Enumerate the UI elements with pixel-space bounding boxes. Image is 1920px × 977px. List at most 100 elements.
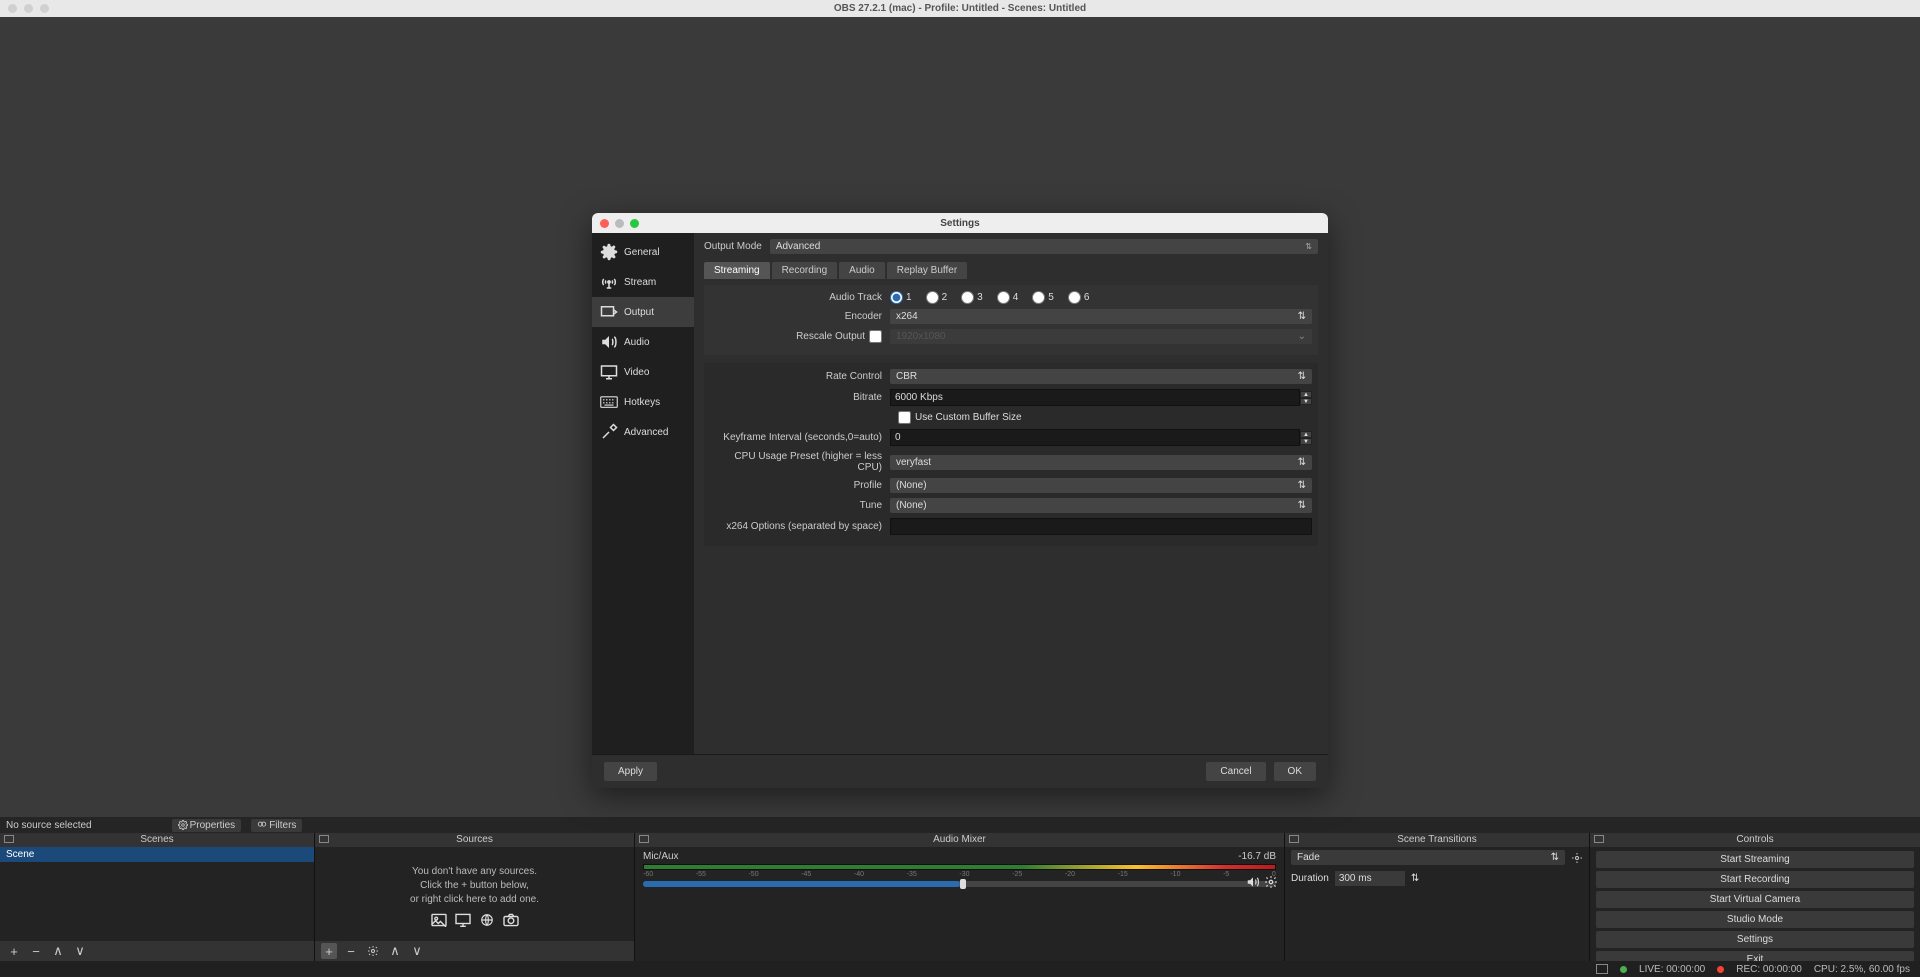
start-virtual-camera-button[interactable]: Start Virtual Camera: [1596, 891, 1914, 908]
sidebar-item-general[interactable]: General: [592, 237, 694, 267]
popout-icon[interactable]: [4, 835, 14, 843]
monitor-icon: [600, 363, 618, 381]
output-mode-select[interactable]: Advanced ⇅: [770, 239, 1318, 254]
properties-button[interactable]: Properties: [172, 819, 242, 832]
move-up-button[interactable]: ∧: [50, 943, 66, 959]
close-dot[interactable]: [8, 4, 17, 13]
minimize-dot[interactable]: [24, 4, 33, 13]
remove-scene-button[interactable]: −: [28, 943, 44, 959]
add-scene-button[interactable]: +: [6, 943, 22, 959]
chevron-updown-icon: ⇅: [1551, 852, 1559, 863]
docks: Scenes Scene + − ∧ ∨ Sources You don't h…: [0, 833, 1920, 961]
scene-item[interactable]: Scene: [0, 847, 314, 862]
add-source-button[interactable]: +: [321, 943, 337, 959]
properties-label: Properties: [190, 820, 236, 831]
window-title: OBS 27.2.1 (mac) - Profile: Untitled - S…: [834, 3, 1086, 14]
encoder-select[interactable]: x264⇅: [890, 309, 1312, 324]
meter-ticks: -60-55-50-45-40-35-30-25-20-15-10-50: [643, 871, 1276, 877]
tab-replay-buffer[interactable]: Replay Buffer: [887, 262, 967, 279]
bitrate-input[interactable]: ▲▼: [890, 389, 1312, 406]
exit-button[interactable]: Exit: [1596, 951, 1914, 961]
zoom-dot[interactable]: [40, 4, 49, 13]
move-down-button[interactable]: ∨: [72, 943, 88, 959]
custom-buffer-row[interactable]: Use Custom Buffer Size: [898, 411, 1312, 424]
live-status: LIVE: 00:00:00: [1639, 964, 1705, 975]
custom-buffer-checkbox[interactable]: [898, 411, 911, 424]
transition-settings-icon[interactable]: [1571, 852, 1583, 864]
close-icon[interactable]: [600, 219, 609, 228]
zoom-icon[interactable]: [630, 219, 639, 228]
track-6[interactable]: 6: [1068, 291, 1090, 304]
profile-select[interactable]: (None)⇅: [890, 478, 1312, 493]
chevron-updown-icon[interactable]: ⇅: [1411, 873, 1419, 884]
dialog-footer: Apply Cancel OK: [592, 754, 1328, 788]
settings-dialog: Settings General Stream Output Audio Vid…: [592, 213, 1328, 788]
cancel-button[interactable]: Cancel: [1206, 762, 1265, 781]
volume-slider[interactable]: [643, 881, 1276, 887]
track-4[interactable]: 4: [997, 291, 1019, 304]
scenes-dock: Scenes Scene + − ∧ ∨: [0, 833, 315, 961]
rec-status: REC: 00:00:00: [1736, 964, 1802, 975]
popout-icon[interactable]: [1594, 835, 1604, 843]
sidebar-item-audio[interactable]: Audio: [592, 327, 694, 357]
track-5[interactable]: 5: [1032, 291, 1054, 304]
window-titlebar: OBS 27.2.1 (mac) - Profile: Untitled - S…: [0, 0, 1920, 17]
channel-name: Mic/Aux: [643, 851, 679, 862]
filters-label: Filters: [269, 820, 296, 831]
studio-mode-button[interactable]: Studio Mode: [1596, 911, 1914, 928]
traffic-lights[interactable]: [8, 4, 49, 13]
sidebar-item-stream[interactable]: Stream: [592, 267, 694, 297]
move-up-button[interactable]: ∧: [387, 943, 403, 959]
tab-streaming[interactable]: Streaming: [704, 262, 770, 279]
speaker-icon[interactable]: [1246, 875, 1260, 889]
tune-select[interactable]: (None)⇅: [890, 498, 1312, 513]
audio-track-radios: 1 2 3 4 5 6: [890, 291, 1312, 304]
output-mode-label: Output Mode: [704, 241, 762, 252]
popout-icon[interactable]: [319, 835, 329, 843]
bitrate-label: Bitrate: [710, 392, 890, 403]
scenes-footer: + − ∧ ∨: [0, 941, 314, 961]
x264-options-input[interactable]: [890, 518, 1312, 535]
filter-icon: [257, 820, 267, 830]
sidebar-item-advanced[interactable]: Advanced: [592, 417, 694, 447]
rate-control-select[interactable]: CBR⇅: [890, 369, 1312, 384]
source-settings-button[interactable]: [365, 943, 381, 959]
remove-source-button[interactable]: −: [343, 943, 359, 959]
transition-select[interactable]: Fade ⇅: [1291, 850, 1565, 865]
speaker-icon: [600, 333, 618, 351]
keyframe-input[interactable]: ▲▼: [890, 429, 1312, 446]
ok-button[interactable]: OK: [1274, 762, 1316, 781]
filters-button[interactable]: Filters: [251, 819, 302, 832]
output-icon: [600, 303, 618, 321]
channel-db: -16.7 dB: [1238, 851, 1276, 862]
apply-button[interactable]: Apply: [604, 762, 657, 781]
track-3[interactable]: 3: [961, 291, 983, 304]
channel-settings-icon[interactable]: [1264, 875, 1278, 889]
duration-input[interactable]: [1335, 871, 1405, 886]
gear-icon: [178, 820, 188, 830]
popout-icon[interactable]: [1289, 835, 1299, 843]
rescale-checkbox[interactable]: [869, 330, 882, 343]
cpu-preset-select[interactable]: veryfast⇅: [890, 455, 1312, 470]
tab-audio[interactable]: Audio: [839, 262, 885, 279]
track-1[interactable]: 1: [890, 291, 912, 304]
popout-icon[interactable]: [1596, 964, 1608, 974]
sidebar-item-hotkeys[interactable]: Hotkeys: [592, 387, 694, 417]
settings-button[interactable]: Settings: [1596, 931, 1914, 948]
track-2[interactable]: 2: [926, 291, 948, 304]
gear-icon: [600, 243, 618, 261]
tab-recording[interactable]: Recording: [772, 262, 838, 279]
start-streaming-button[interactable]: Start Streaming: [1596, 851, 1914, 868]
move-down-button[interactable]: ∨: [409, 943, 425, 959]
cpu-status: CPU: 2.5%, 60.00 fps: [1814, 964, 1910, 975]
sidebar-item-output[interactable]: Output: [592, 297, 694, 327]
chevron-updown-icon: ⇅: [1298, 311, 1306, 322]
encoder-label: Encoder: [710, 311, 890, 322]
keyboard-icon: [600, 393, 618, 411]
sources-dock: Sources You don't have any sources. Clic…: [315, 833, 635, 961]
start-recording-button[interactable]: Start Recording: [1596, 871, 1914, 888]
popout-icon[interactable]: [639, 835, 649, 843]
cpu-preset-label: CPU Usage Preset (higher = less CPU): [710, 451, 890, 473]
sidebar-item-video[interactable]: Video: [592, 357, 694, 387]
tune-label: Tune: [710, 500, 890, 511]
